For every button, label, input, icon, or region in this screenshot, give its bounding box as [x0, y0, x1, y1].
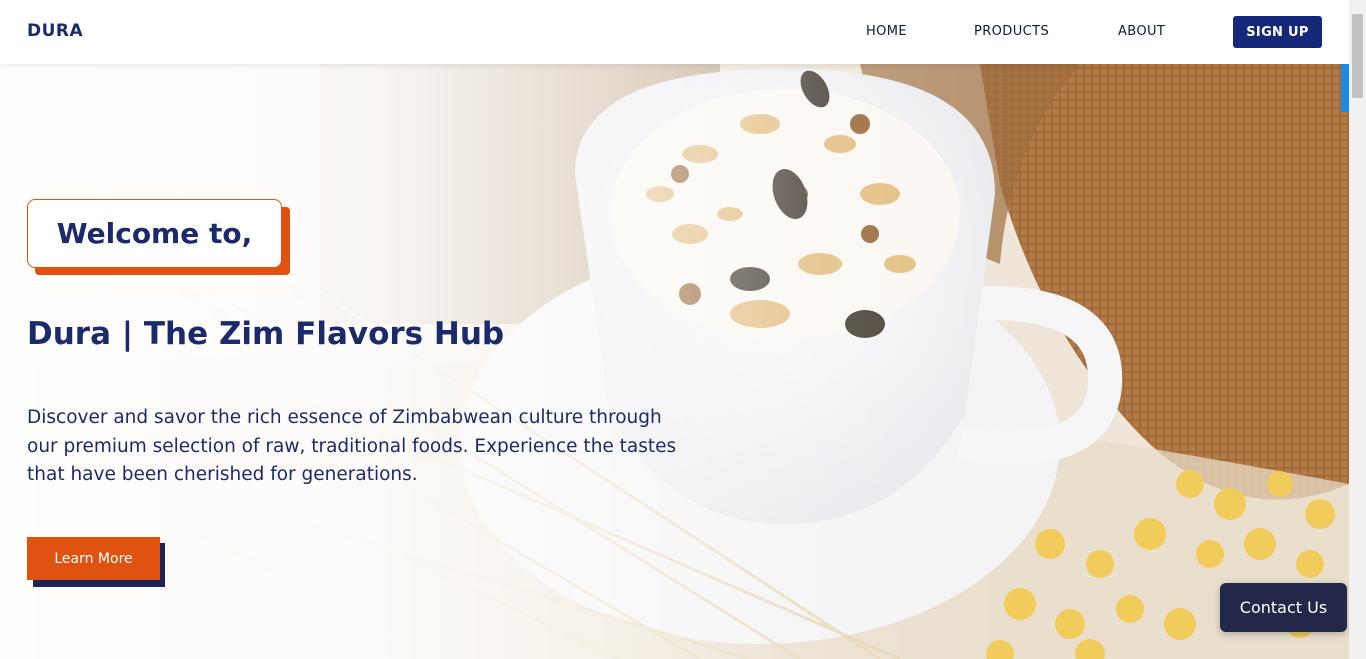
- scroll-indicator: [1341, 64, 1349, 112]
- nav-home[interactable]: HOME: [866, 24, 907, 39]
- hero-description: Discover and savor the rich essence of Z…: [27, 407, 677, 485]
- brand-logo[interactable]: DURA: [27, 21, 83, 41]
- nav-products[interactable]: PRODUCTS: [974, 24, 1049, 39]
- top-navbar: DURA HOME PRODUCTS ABOUT SIGN UP: [0, 0, 1349, 64]
- hero-title: Dura | The Zim Flavors Hub: [27, 316, 505, 352]
- welcome-badge: Welcome to,: [27, 199, 282, 268]
- hero-overlay: [0, 64, 1349, 659]
- nav-about[interactable]: ABOUT: [1118, 24, 1165, 39]
- hero-section: Welcome to, Dura | The Zim Flavors Hub D…: [0, 64, 1349, 659]
- welcome-text: Welcome to,: [56, 217, 253, 250]
- contact-us-button[interactable]: Contact Us: [1220, 583, 1347, 632]
- learn-more-button[interactable]: Learn More: [27, 537, 160, 580]
- scrollbar-thumb[interactable]: [1352, 14, 1363, 98]
- sign-up-button[interactable]: SIGN UP: [1233, 16, 1322, 48]
- page-scrollbar[interactable]: [1349, 0, 1366, 659]
